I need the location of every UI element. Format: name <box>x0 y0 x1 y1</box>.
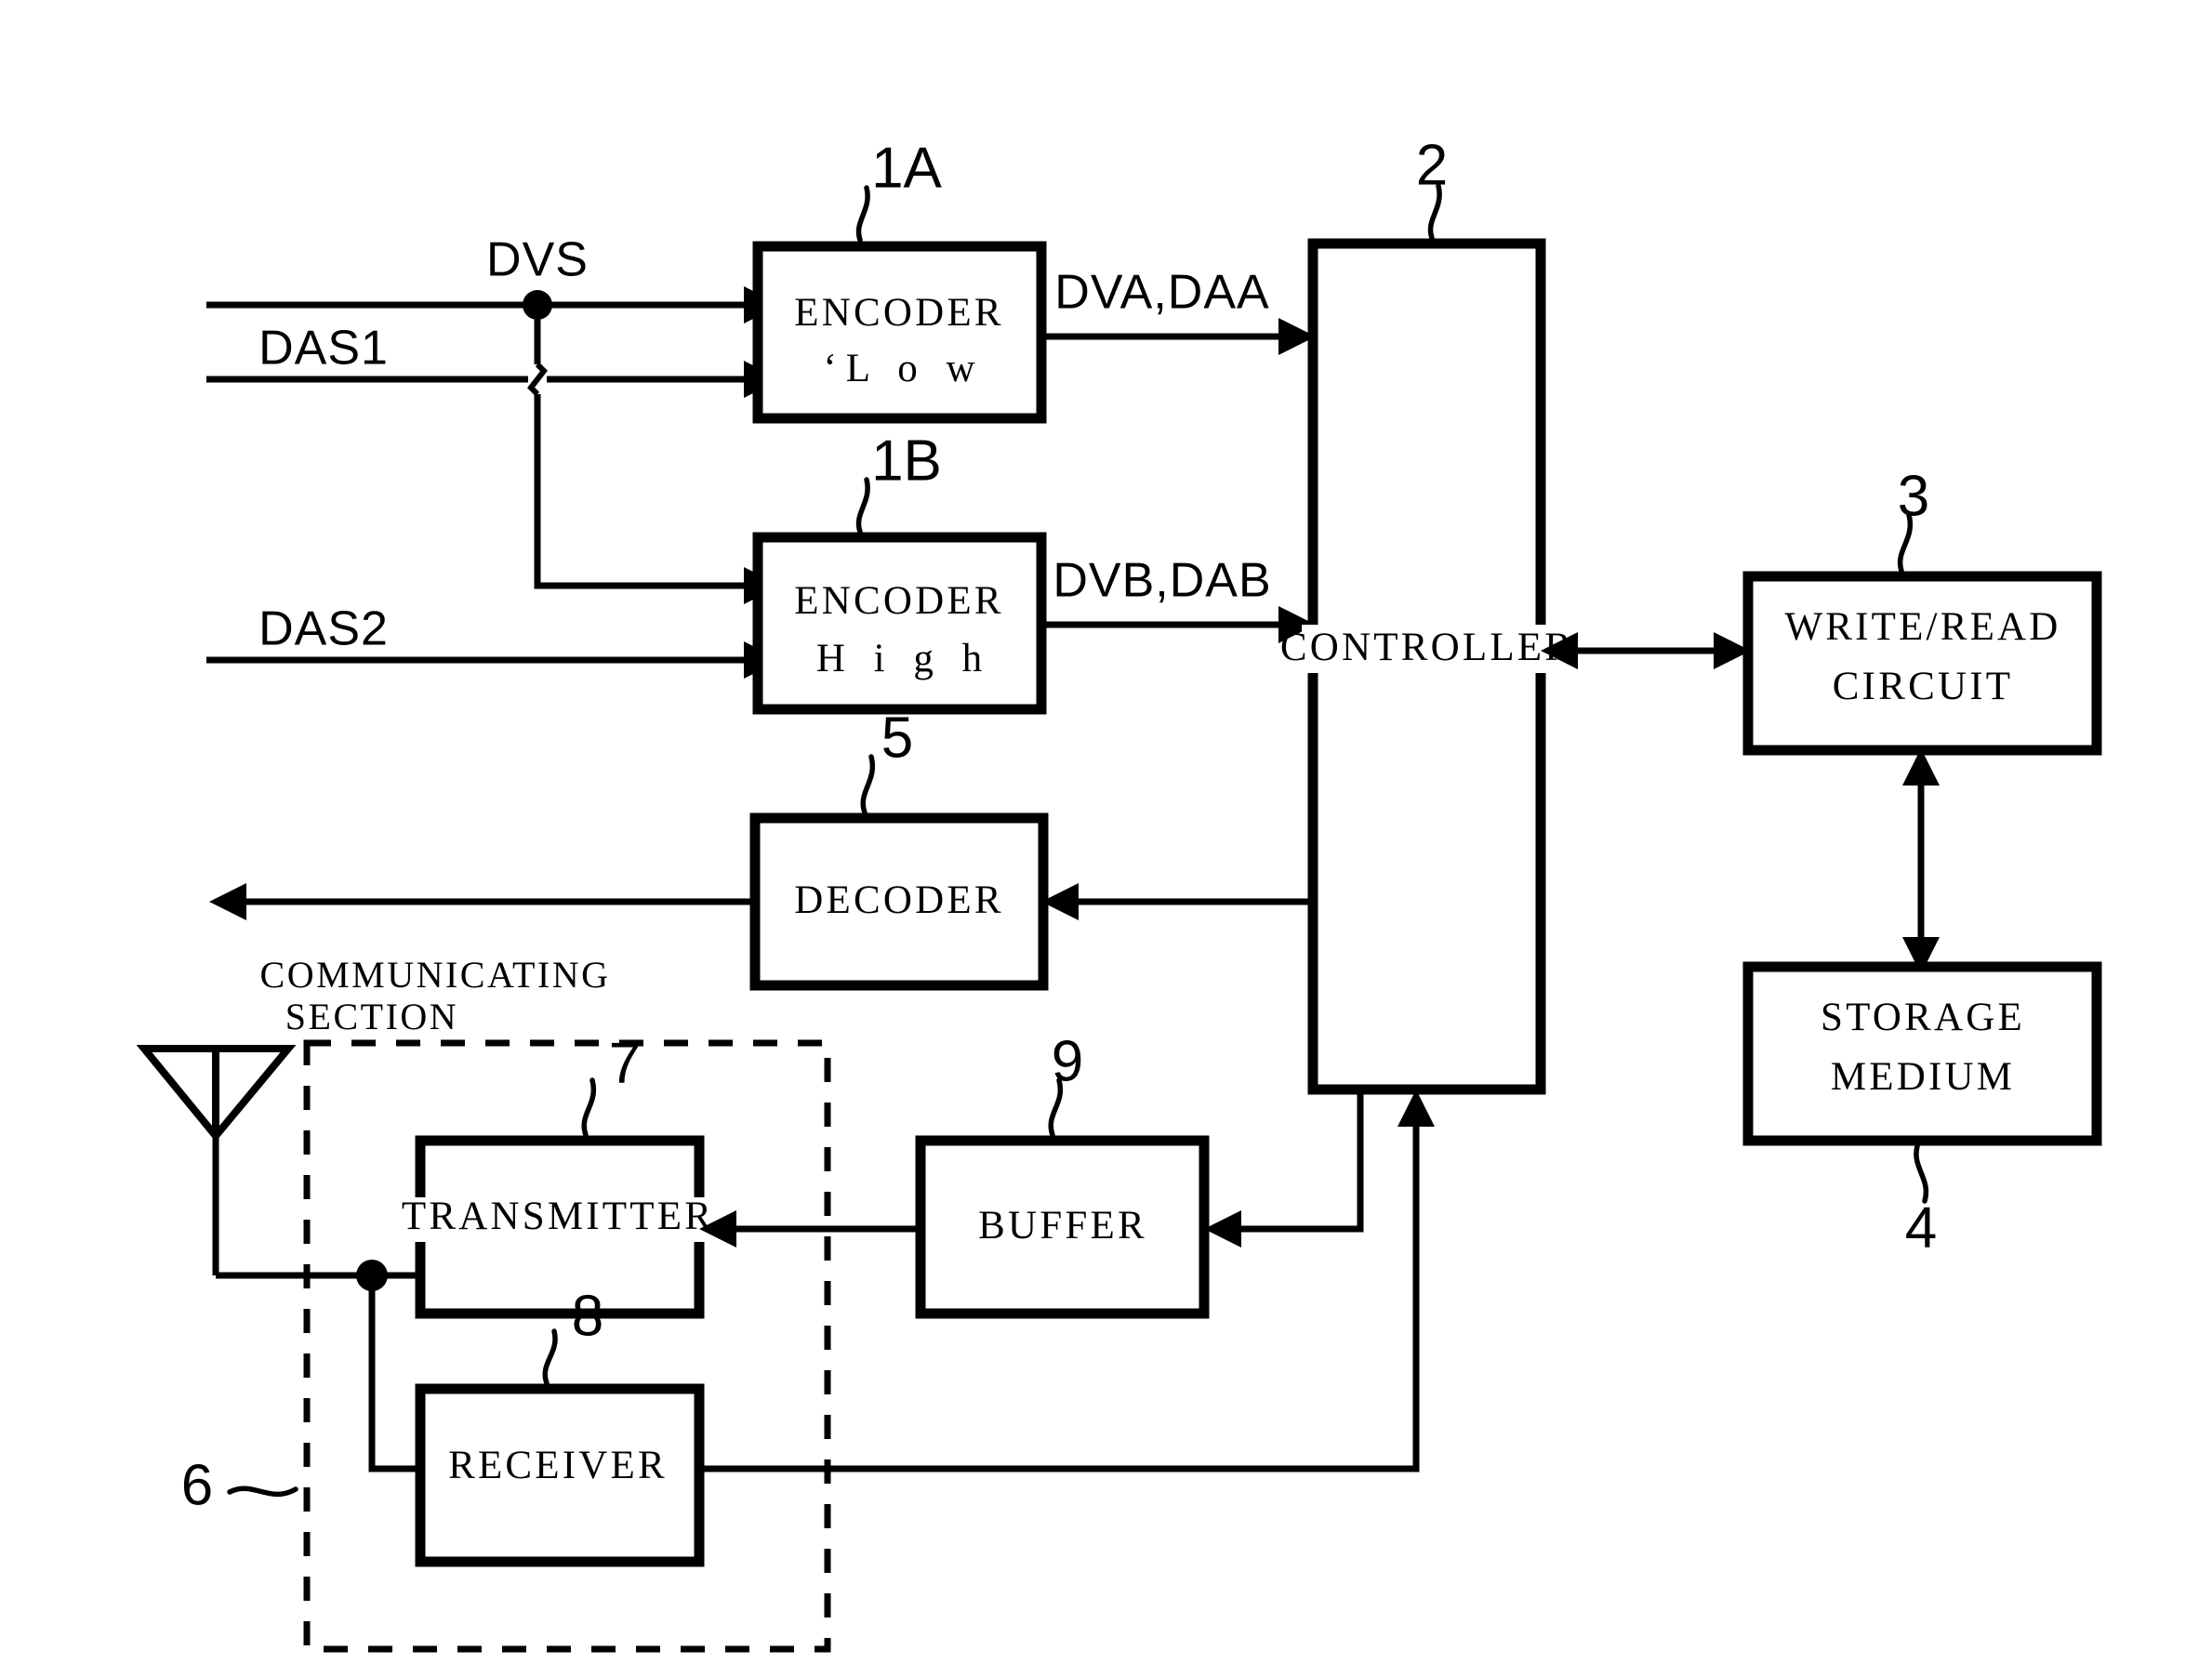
decoder-label: DECODER <box>794 878 1003 922</box>
wire-dvs-branch-to-encoder-high <box>534 394 744 589</box>
encoder-high-label-line1: ENCODER <box>794 579 1003 623</box>
ref-num-8: 8 <box>572 1284 603 1348</box>
buffer-label: BUFFER <box>978 1204 1147 1248</box>
storage-medium-label-line1: STORAGE <box>1821 996 2025 1039</box>
write-read-circuit-label-line2: CIRCUIT <box>1833 665 2013 708</box>
controller-label: CONTROLLER <box>1280 626 1574 669</box>
leader-7 <box>581 1077 597 1138</box>
arrowhead-decoder-output <box>209 883 246 920</box>
leader-6 <box>227 1486 298 1497</box>
block-diagram: ENCODER ‘L o w 1A ENCODER H i g h 1B CON… <box>136 133 2102 1653</box>
signal-label-das1: DAS1 <box>258 322 389 376</box>
leader-4 <box>1914 1143 1929 1204</box>
ref-num-9: 9 <box>1052 1029 1083 1093</box>
ref-num-4: 4 <box>1905 1195 1937 1260</box>
junction-dot-dvs <box>523 290 552 320</box>
ref-num-7: 7 <box>609 1031 641 1095</box>
receiver-label: RECEIVER <box>448 1444 668 1487</box>
write-read-circuit-fill <box>1748 576 2097 750</box>
transmitter-label: TRANSMITTER <box>402 1195 714 1238</box>
encoder-high-fill <box>758 537 1041 709</box>
leader-5 <box>860 754 876 815</box>
storage-medium-fill <box>1748 967 2097 1141</box>
leader-8 <box>542 1328 558 1386</box>
signal-label-dva-daa: DVA,DAA <box>1054 266 1269 320</box>
wire-controller-to-buffer <box>1241 1089 1364 1233</box>
leader-1a <box>855 185 870 243</box>
communicating-section-label-line2: SECTION <box>285 996 458 1037</box>
encoder-low-label-line1: ENCODER <box>794 291 1003 335</box>
communicating-section-label-line1: COMMUNICATING <box>260 954 611 996</box>
arrowhead-controller-to-buffer <box>1204 1210 1241 1248</box>
storage-medium-label-line2: MEDIUM <box>1831 1055 2015 1099</box>
wire-dvs-hop-over-das1 <box>527 362 548 397</box>
ref-num-5: 5 <box>881 706 913 770</box>
write-read-circuit-label-line1: WRITE/READ <box>1784 605 2060 649</box>
arrowhead-receiver-to-controller <box>1397 1089 1435 1127</box>
encoder-low-label-line2: ‘L o w <box>823 347 984 390</box>
ref-num-6: 6 <box>181 1453 213 1517</box>
figure-canvas: ENCODER ‘L o w 1A ENCODER H i g h 1B CON… <box>0 0 2212 1677</box>
encoder-high-label-line2: H i g h <box>816 637 991 680</box>
ref-num-3: 3 <box>1898 464 1929 528</box>
ref-num-1a: 1A <box>871 136 942 200</box>
signal-label-dvb-dab: DVB,DAB <box>1053 554 1271 608</box>
signal-label-das2: DAS2 <box>258 602 389 656</box>
leader-1b <box>855 477 870 535</box>
ref-num-1b: 1B <box>871 429 942 493</box>
ref-num-2: 2 <box>1416 133 1448 197</box>
signal-label-dvs: DVS <box>486 233 589 287</box>
